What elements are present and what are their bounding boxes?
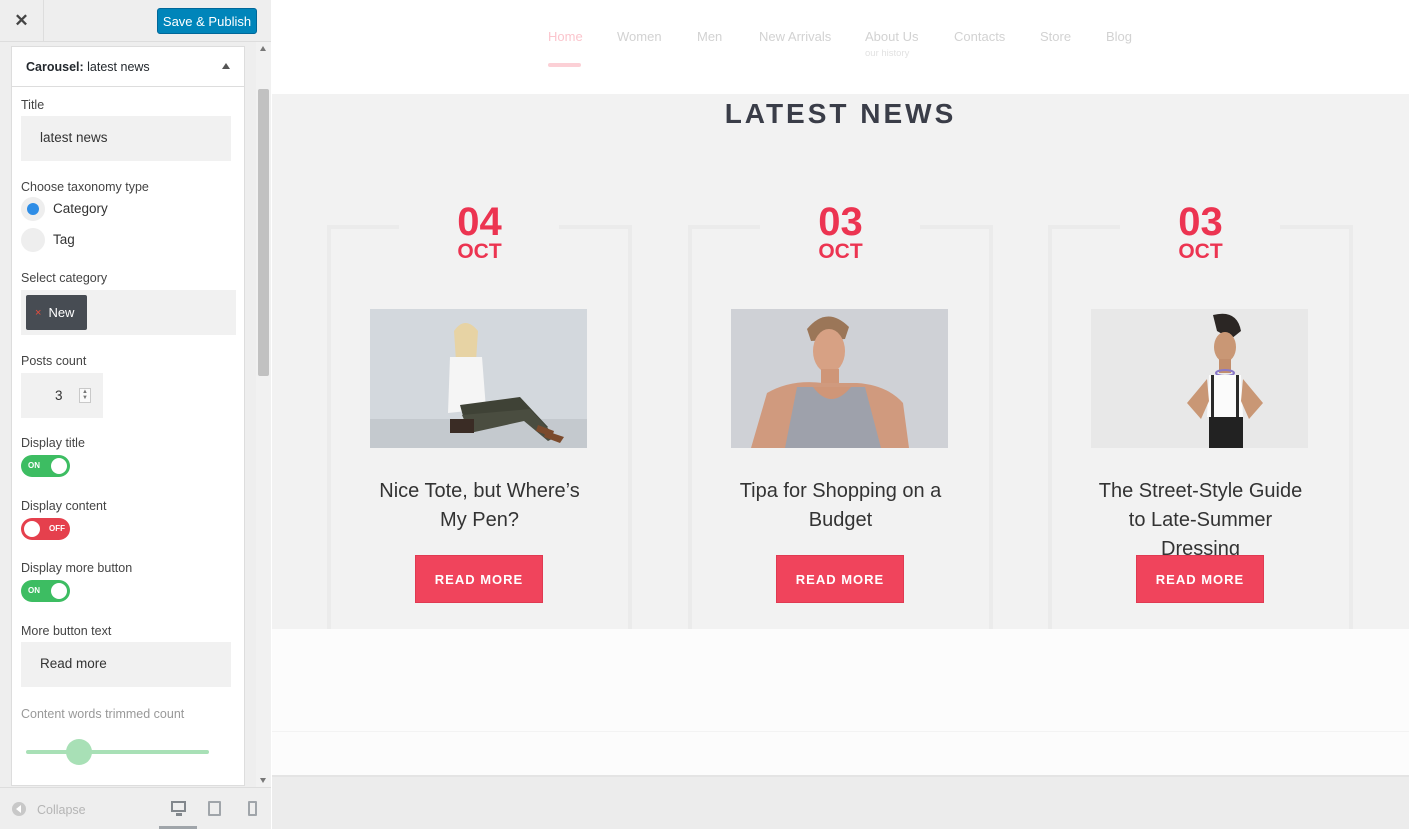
radio-tag[interactable] bbox=[21, 228, 45, 252]
posts-count-label: Posts count bbox=[21, 354, 87, 368]
content-area bbox=[272, 629, 1409, 775]
more-text-label: More button text bbox=[21, 624, 112, 638]
latest-news-section: LATEST NEWS 04 OCT Nice Tote, but Where’… bbox=[272, 94, 1409, 635]
news-card: 03 OCT Tipa for Shopping on a Budget REA… bbox=[688, 198, 993, 618]
display-content-label: Display content bbox=[21, 499, 107, 513]
display-more-label: Display more button bbox=[21, 561, 133, 575]
nav-women[interactable]: Women bbox=[617, 29, 662, 44]
panel-scrollbar[interactable] bbox=[256, 42, 271, 787]
post-image[interactable] bbox=[1091, 309, 1308, 448]
post-date-month: OCT bbox=[818, 240, 863, 263]
toggle-knob bbox=[51, 458, 67, 474]
category-tag: × New bbox=[26, 295, 87, 330]
remove-tag-icon[interactable]: × bbox=[35, 307, 41, 319]
toggle-knob bbox=[24, 521, 40, 537]
post-date-month: OCT bbox=[1178, 240, 1223, 263]
more-text-input[interactable]: Read more bbox=[21, 642, 231, 687]
save-publish-button[interactable]: Save & Publish bbox=[157, 8, 257, 34]
post-date-day: 03 bbox=[818, 200, 863, 244]
nav-men[interactable]: Men bbox=[697, 29, 722, 44]
category-tag-label: New bbox=[48, 305, 75, 320]
scroll-up-icon[interactable] bbox=[260, 46, 266, 51]
read-more-button[interactable]: READ MORE bbox=[415, 555, 543, 603]
display-more-toggle[interactable]: ON bbox=[21, 580, 70, 602]
read-more-button[interactable]: READ MORE bbox=[1136, 555, 1264, 603]
display-title-label: Display title bbox=[21, 436, 85, 450]
footer-band bbox=[272, 775, 1409, 829]
panel-section-type: Carousel: bbox=[26, 60, 84, 74]
radio-category-label[interactable]: Category bbox=[53, 201, 108, 216]
display-title-toggle[interactable]: ON bbox=[21, 455, 70, 477]
panel-header[interactable]: Carousel: latest news bbox=[12, 47, 244, 87]
news-card: 04 OCT Nice Tote, but Where’s My Pen? RE… bbox=[327, 198, 632, 618]
nav-new-arrivals[interactable]: New Arrivals bbox=[759, 29, 831, 44]
close-icon[interactable]: ✕ bbox=[0, 0, 44, 42]
mobile-icon[interactable] bbox=[248, 801, 257, 816]
post-title[interactable]: The Street-Style Guide to Late-Summer Dr… bbox=[1088, 477, 1313, 564]
customizer-footer: Collapse bbox=[0, 787, 271, 829]
spinner-arrows-icon[interactable]: ▲ ▼ bbox=[79, 388, 91, 403]
scroll-thumb[interactable] bbox=[258, 89, 269, 376]
read-more-button[interactable]: READ MORE bbox=[776, 555, 904, 603]
trim-count-slider[interactable] bbox=[26, 750, 209, 754]
collapse-icon[interactable] bbox=[12, 802, 26, 816]
nav-home[interactable]: Home bbox=[548, 29, 583, 44]
post-title[interactable]: Tipa for Shopping on a Budget bbox=[728, 477, 953, 535]
nav-blog[interactable]: Blog bbox=[1106, 29, 1132, 44]
post-date-day: 03 bbox=[1178, 200, 1223, 244]
scroll-down-icon[interactable] bbox=[260, 778, 266, 783]
nav-store[interactable]: Store bbox=[1040, 29, 1071, 44]
posts-count-stepper[interactable]: 3 ▲ ▼ bbox=[21, 373, 103, 418]
panel-section-name: latest news bbox=[87, 60, 150, 74]
widget-panel: Carousel: latest news Title latest news … bbox=[11, 46, 245, 786]
post-title[interactable]: Nice Tote, but Where’s My Pen? bbox=[367, 477, 592, 535]
radio-tag-label[interactable]: Tag bbox=[53, 232, 75, 247]
toggle-knob bbox=[51, 583, 67, 599]
display-content-toggle[interactable]: OFF bbox=[21, 518, 70, 540]
main-navigation: Home Women Men New Arrivals About Us Con… bbox=[272, 0, 1409, 94]
caret-up-icon[interactable] bbox=[222, 63, 230, 69]
title-label: Title bbox=[21, 98, 45, 112]
trim-count-label: Content words trimmed count bbox=[21, 707, 185, 721]
customizer-sidebar: ✕ Save & Publish Carousel: latest news T… bbox=[0, 0, 271, 829]
select-category-label: Select category bbox=[21, 271, 108, 285]
collapse-button[interactable]: Collapse bbox=[37, 803, 86, 817]
title-input[interactable]: latest news bbox=[21, 116, 231, 161]
news-card: 03 OCT The Street-Style Guide to Late-Su… bbox=[1048, 198, 1353, 618]
site-preview: Home Women Men New Arrivals About Us Con… bbox=[272, 0, 1409, 829]
post-image[interactable] bbox=[731, 309, 948, 448]
category-select[interactable]: × New bbox=[21, 290, 236, 335]
toggle-state: ON bbox=[28, 586, 40, 595]
section-heading: LATEST NEWS bbox=[724, 98, 957, 129]
post-image[interactable] bbox=[370, 309, 587, 448]
toggle-state: ON bbox=[28, 461, 40, 470]
desktop-icon[interactable] bbox=[171, 801, 186, 816]
slider-thumb[interactable] bbox=[66, 739, 92, 765]
customizer-topbar: ✕ Save & Publish bbox=[0, 0, 271, 42]
nav-about-subtitle: our history bbox=[865, 48, 910, 59]
nav-about-us[interactable]: About Us bbox=[865, 29, 918, 44]
radio-category[interactable] bbox=[21, 197, 45, 221]
taxonomy-label: Choose taxonomy type bbox=[21, 180, 149, 194]
post-date-day: 04 bbox=[457, 200, 502, 244]
toggle-state: OFF bbox=[49, 524, 65, 533]
post-date-month: OCT bbox=[457, 240, 502, 263]
tablet-icon[interactable] bbox=[208, 801, 221, 816]
nav-contacts[interactable]: Contacts bbox=[954, 29, 1005, 44]
posts-count-value[interactable]: 3 bbox=[55, 388, 63, 403]
nav-active-underline bbox=[548, 63, 581, 67]
